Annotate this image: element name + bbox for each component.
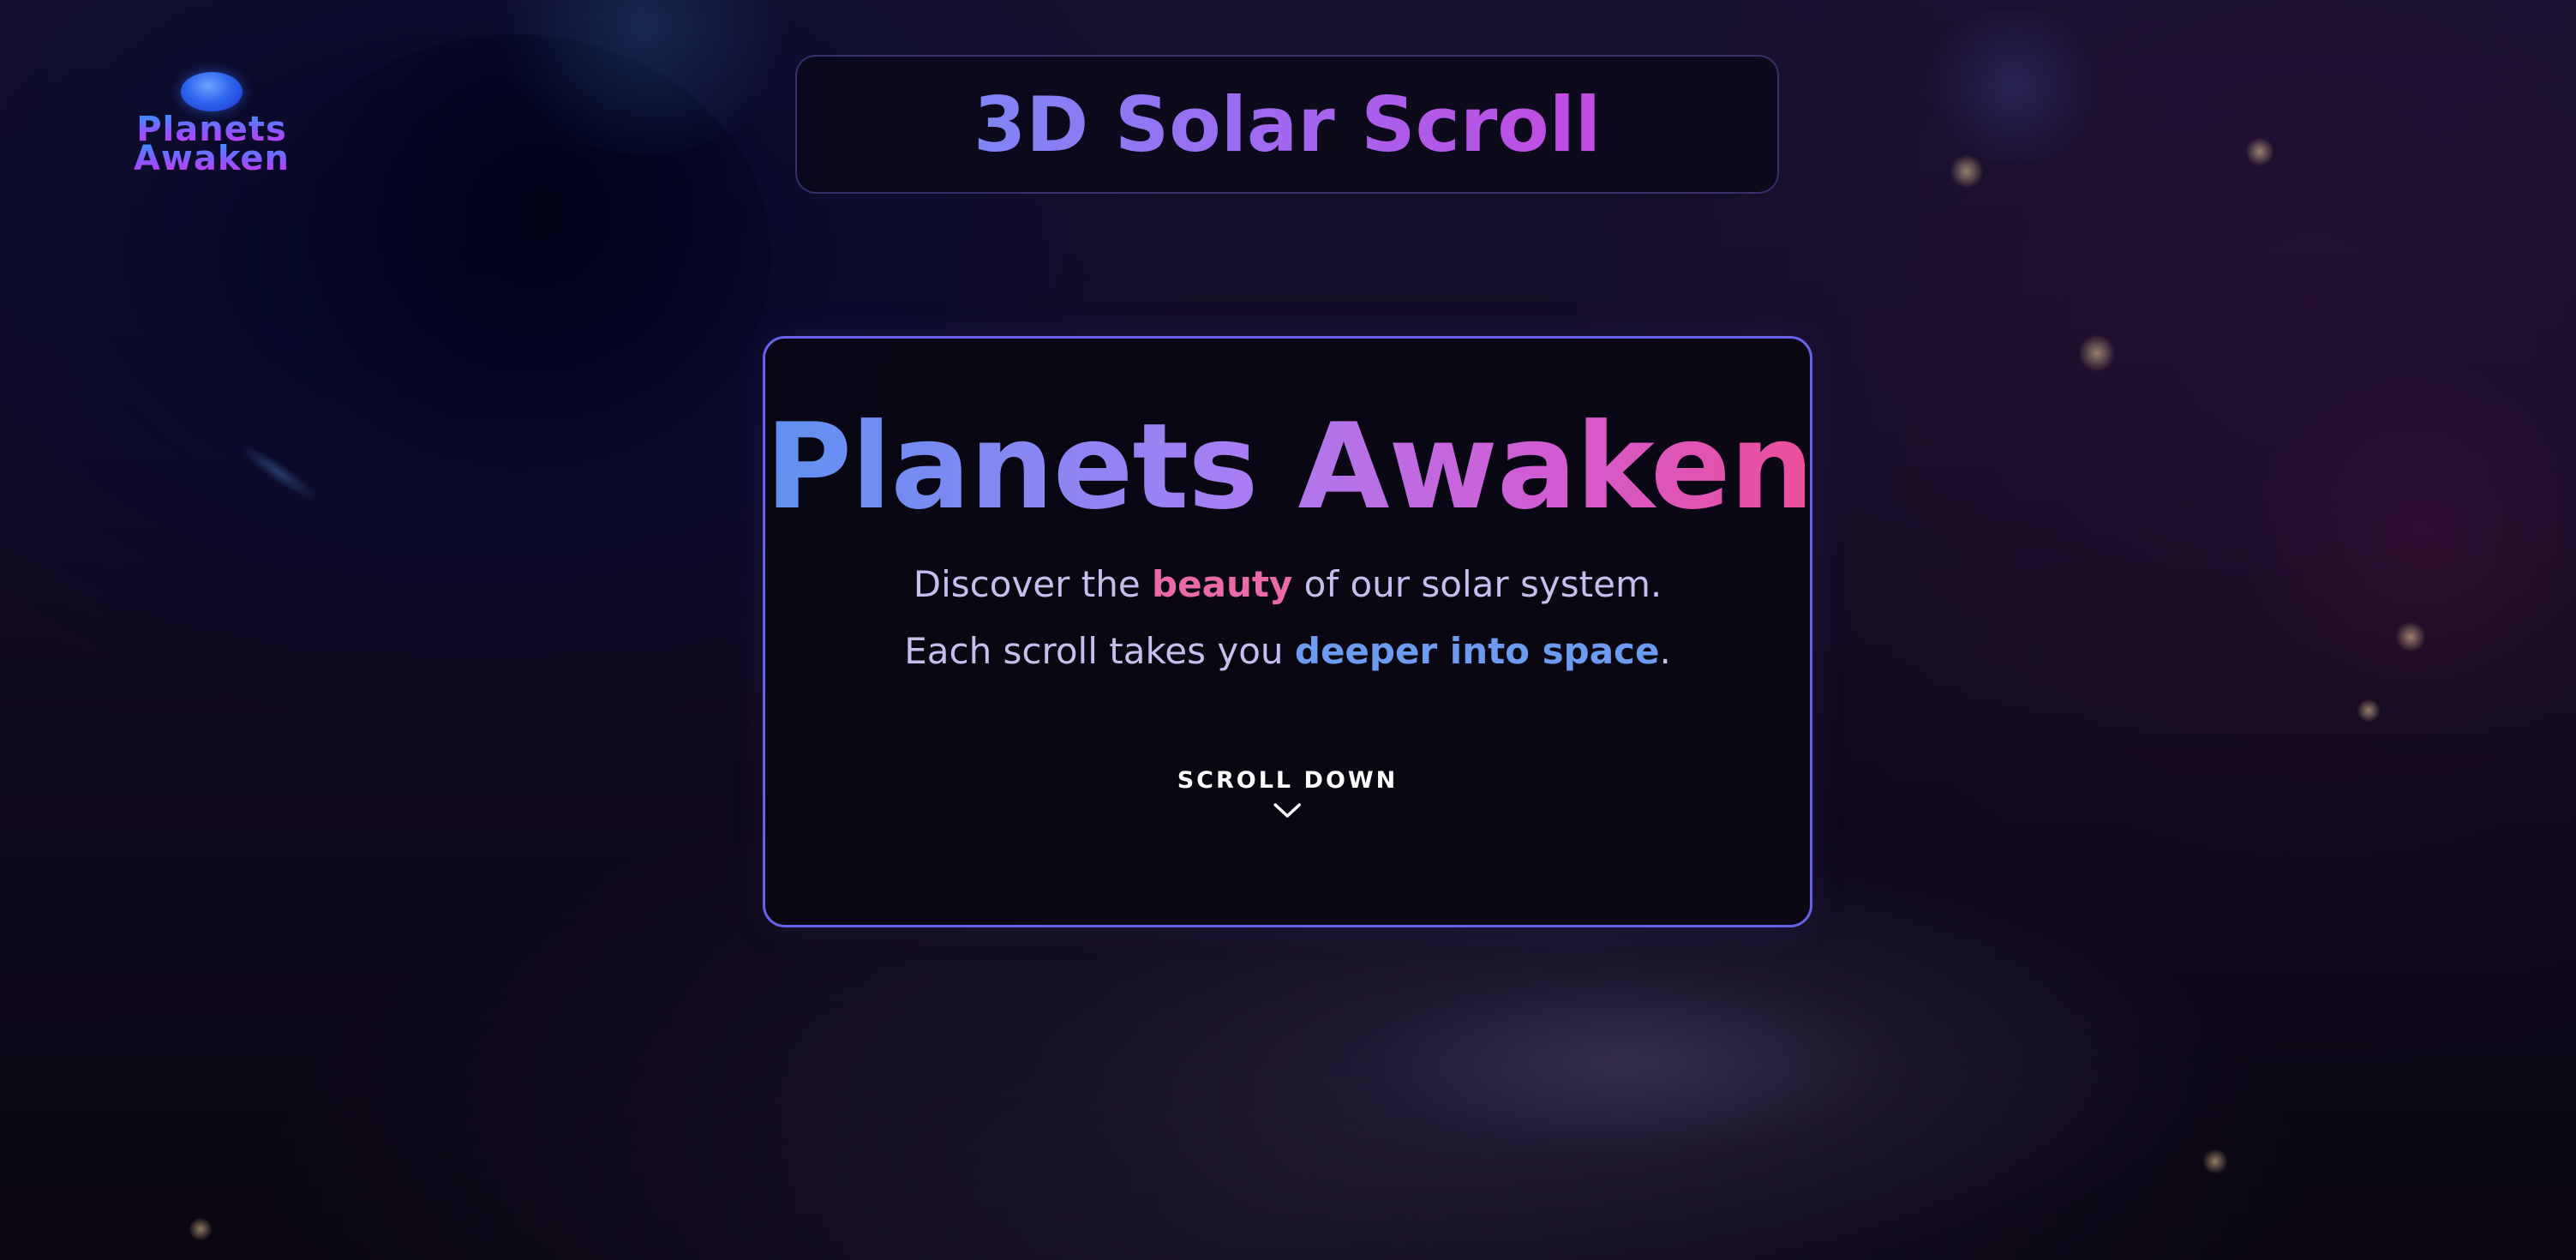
chevron-down-icon (1273, 803, 1302, 818)
hero-tagline-line2: Each scroll takes you deeper into space. (765, 618, 1810, 685)
background-star (189, 1217, 213, 1241)
background-star (2078, 334, 2116, 372)
background-star (2245, 137, 2274, 166)
background-star (2357, 699, 2381, 723)
tagline-accent-deeper: deeper into space (1294, 630, 1660, 672)
background-star (2395, 621, 2426, 652)
hero-title: Planets Awaken (765, 398, 1814, 536)
header-title: 3D Solar Scroll (973, 80, 1602, 169)
tagline-text: Discover the (913, 563, 1153, 605)
tagline-text: of our solar system. (1292, 563, 1662, 605)
hero-tagline-line1: Discover the beauty of our solar system. (765, 551, 1810, 618)
header-banner: 3D Solar Scroll (795, 55, 1779, 194)
tagline-accent-beauty: beauty (1152, 563, 1293, 605)
planet-icon (181, 72, 243, 111)
tagline-text: Each scroll takes you (904, 630, 1295, 672)
logo-text-line2: Awaken (105, 141, 319, 176)
site-logo[interactable]: Planets Awaken (105, 69, 319, 176)
tagline-text: . (1659, 630, 1671, 672)
hero-card: Planets Awaken Discover the beauty of ou… (763, 336, 1814, 927)
background-star (1950, 154, 1984, 189)
background-star (2202, 1149, 2228, 1174)
scroll-down-button[interactable]: SCROLL DOWN (1177, 767, 1399, 819)
scroll-down-label: SCROLL DOWN (1177, 767, 1399, 794)
